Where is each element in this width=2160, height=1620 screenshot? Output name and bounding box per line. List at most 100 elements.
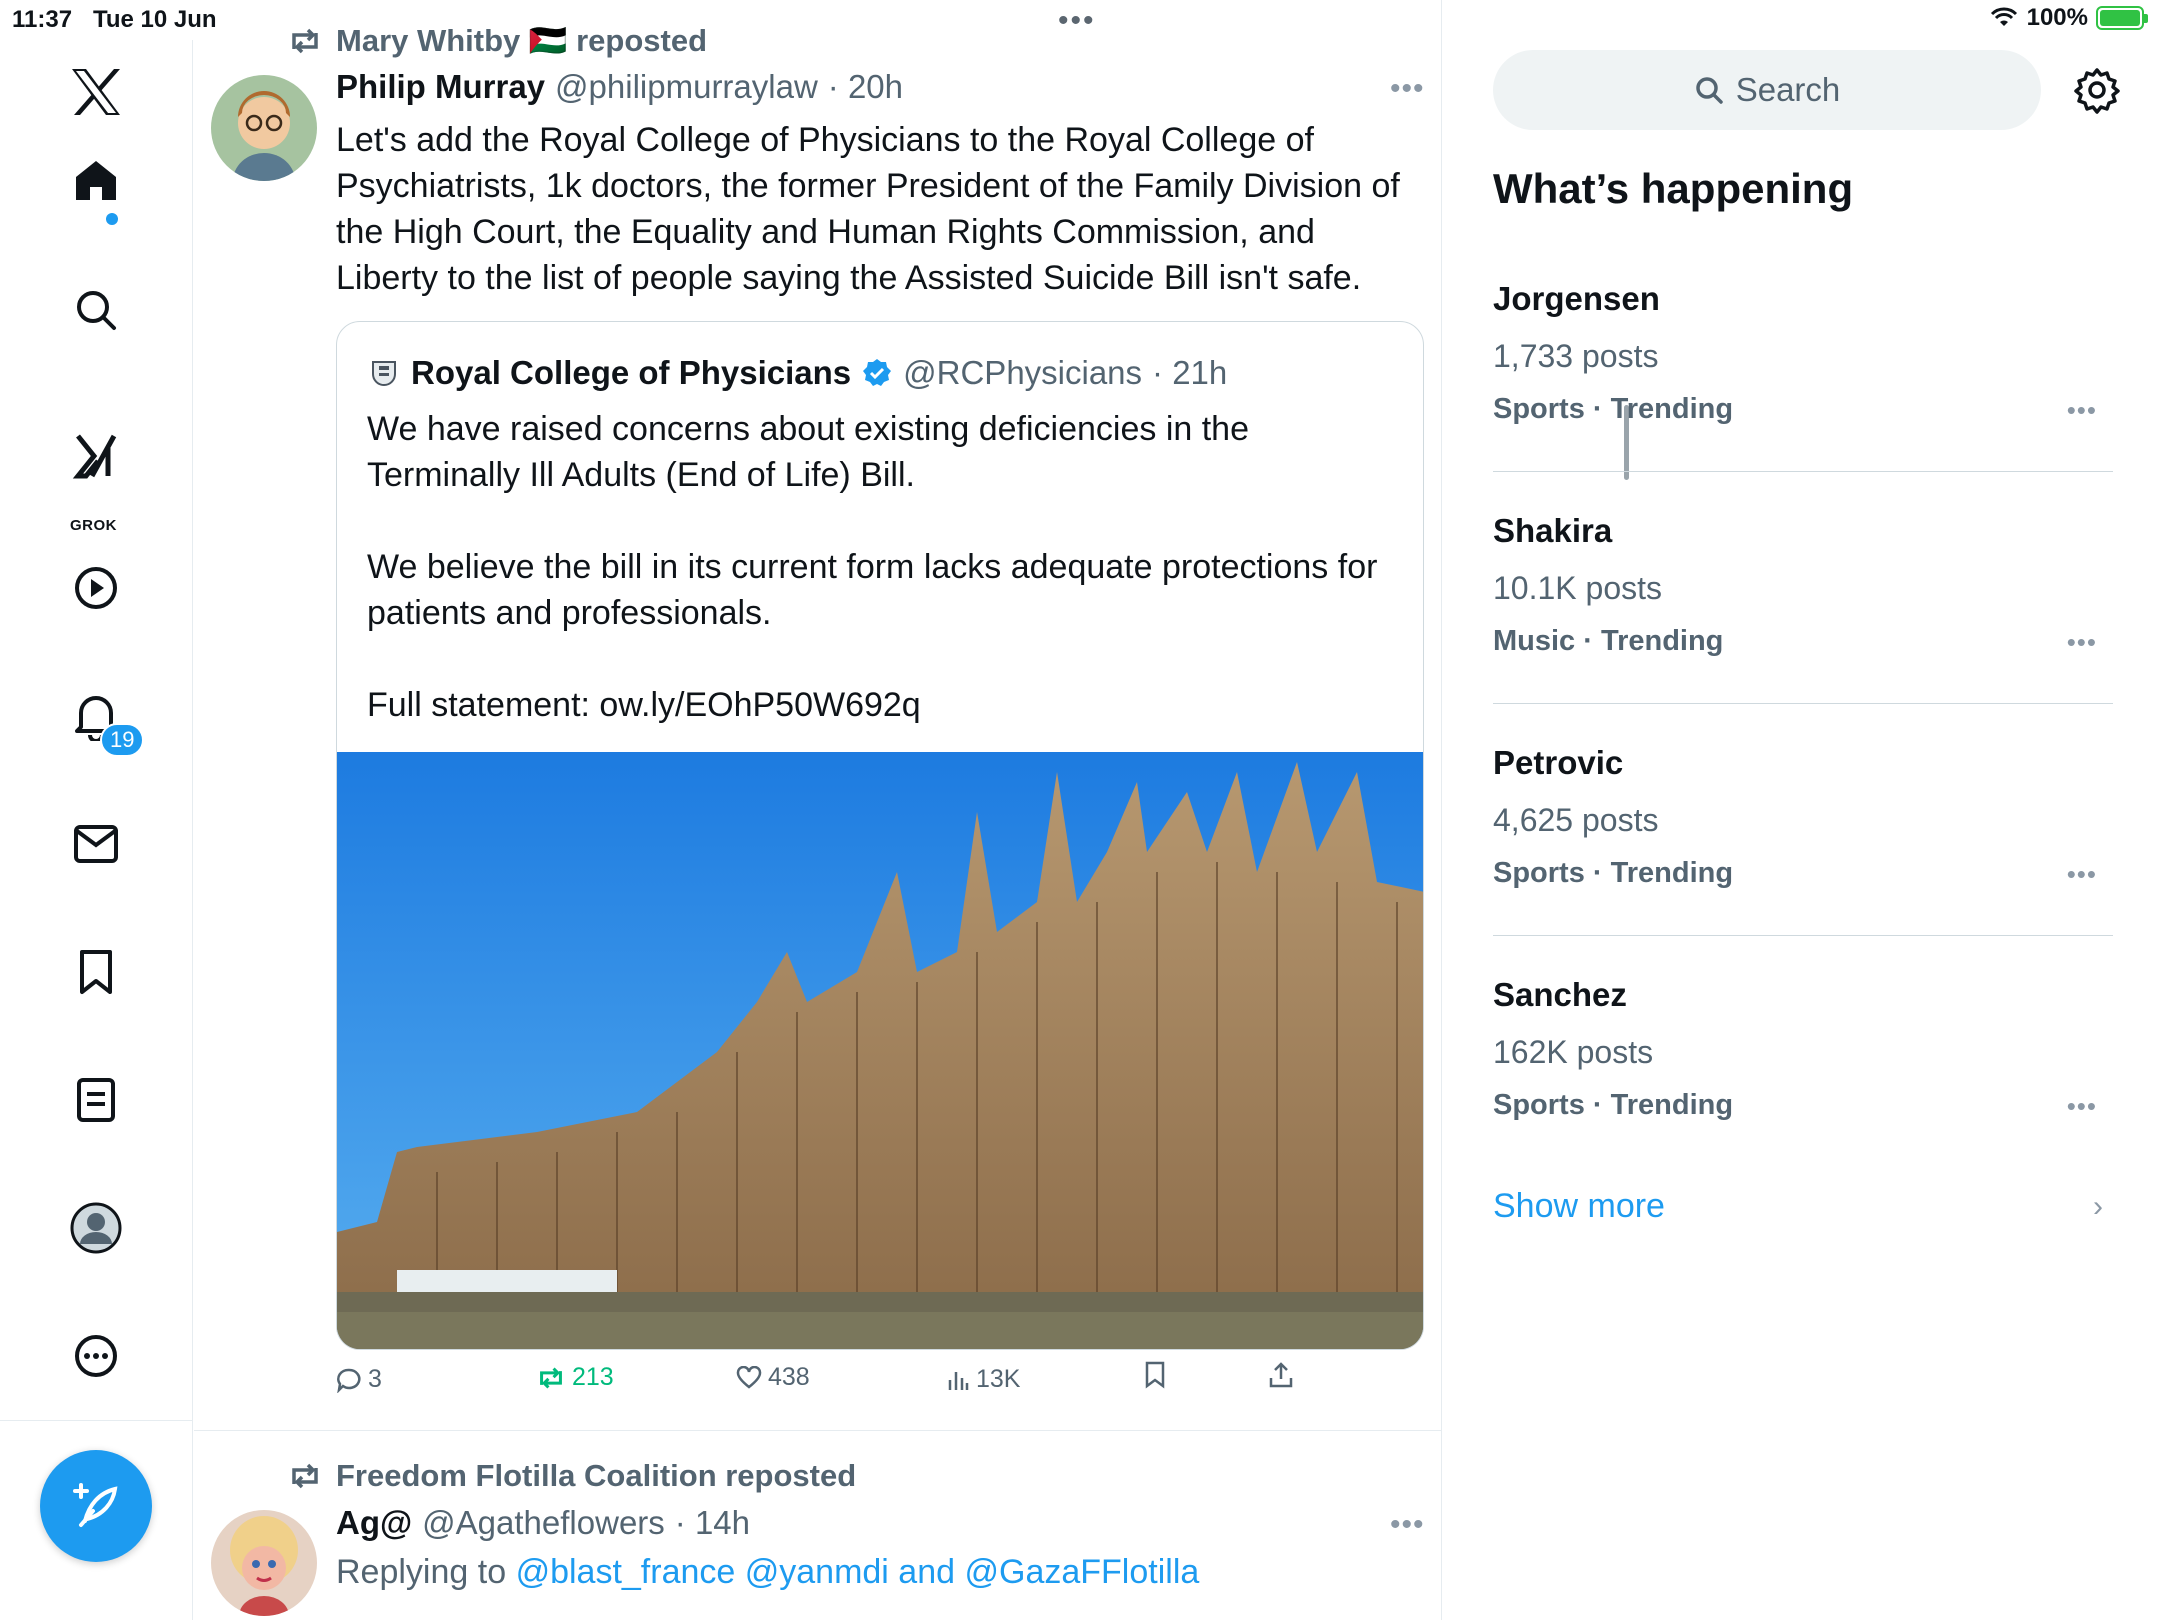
quoted-tweet-text: We have raised concerns about existing d… (367, 406, 1397, 728)
replying-to-label: Replying to (336, 1553, 507, 1591)
share-button[interactable] (1268, 1361, 1294, 1389)
bookmark-button[interactable] (1144, 1361, 1166, 1389)
lists-icon[interactable] (66, 1070, 126, 1130)
home-icon[interactable] (66, 150, 126, 210)
profile-avatar-icon[interactable] (66, 1198, 126, 1258)
repost-icon (292, 1463, 318, 1489)
quoted-paragraph-2: We believe the bill in its current form … (367, 548, 1378, 632)
tweet-time[interactable]: · 20h (828, 68, 903, 106)
show-more-link[interactable]: Show more (1493, 1187, 1665, 1226)
compose-feather-icon (73, 1483, 118, 1527)
quoted-tweet-header: Royal College of Physicians @RCPhysician… (367, 354, 1227, 392)
heart-icon (736, 1365, 762, 1389)
views-count: 13K (976, 1365, 1021, 1393)
timeline: Mary Whitby 🇵🇸 reposted Philip Murray @p… (194, 0, 1629, 1620)
tweet-actions: 3 213 438 13K (336, 1361, 1336, 1405)
trend-posts: 162K posts (1493, 1034, 1654, 1070)
author-avatar[interactable] (211, 75, 317, 181)
messages-mail-icon[interactable] (66, 814, 126, 874)
search-placeholder: Search (1735, 71, 1841, 108)
tweet-text: Let's add the Royal College of Physician… (336, 121, 1400, 297)
verified-badge-icon (863, 359, 892, 386)
grok-icon[interactable] (66, 426, 126, 486)
quoted-author-handle: @RCPhysicians (903, 354, 1143, 391)
trend-more-icon[interactable]: ••• (2067, 1091, 2097, 1122)
trend-name: Sanchez (1493, 976, 1627, 1013)
search-icon (1695, 77, 1723, 104)
quoted-paragraph-1: We have raised concerns about existing d… (367, 410, 1249, 494)
notifications-badge: 19 (100, 723, 145, 757)
bookmarks-icon[interactable] (66, 942, 126, 1002)
repost-icon (540, 1367, 562, 1388)
quoted-author-name: Royal College of Physicians (411, 354, 852, 391)
video-play-icon[interactable] (66, 558, 126, 618)
trend-category: Sports · Trending (1493, 857, 1734, 889)
views-chart-icon (948, 1371, 969, 1390)
trend-category: Sports · Trending (1493, 393, 1734, 425)
trend-item[interactable]: Petrovic 4,625 posts Sports · Trending •… (1493, 744, 2113, 890)
trend-posts: 10.1K posts (1493, 570, 1662, 606)
trend-category: Music · Trending (1493, 625, 1724, 657)
trend-posts: 1,733 posts (1493, 338, 1659, 374)
replying-to: Replying to @blast_france @yanmdi and @G… (336, 1553, 1199, 1592)
repost-by-label-2: Freedom Flotilla Coalition reposted (336, 1458, 857, 1493)
left-navigation: GROK 19 (0, 40, 193, 1620)
rcp-crest-icon (372, 361, 396, 386)
trend-divider (1493, 471, 2113, 472)
search-icon[interactable] (66, 280, 126, 340)
reply-icon (337, 1368, 361, 1393)
trend-name: Jorgensen (1493, 280, 1660, 317)
repost-icon (292, 28, 318, 53)
repost-button[interactable]: 213 (536, 1363, 614, 1392)
repost-context-2[interactable]: Freedom Flotilla Coalition reposted (288, 1458, 856, 1494)
bookmark-icon (1145, 1361, 1165, 1389)
trend-name: Petrovic (1493, 744, 1624, 781)
compose-post-button[interactable] (40, 1450, 152, 1562)
trend-category: Sports · Trending (1493, 1089, 1734, 1121)
like-button[interactable]: 438 (736, 1363, 810, 1392)
trend-item[interactable]: Shakira 10.1K posts Music · Trending ••• (1493, 512, 2113, 658)
repost-by-label: Mary Whitby 🇵🇸 reposted (336, 23, 708, 58)
nav-divider (0, 1420, 193, 1421)
trend-posts: 4,625 posts (1493, 802, 1659, 838)
tweet-time-2[interactable]: · 14h (675, 1504, 750, 1542)
quoted-tweet-time: · 21h (1152, 354, 1228, 391)
trend-more-icon[interactable]: ••• (2067, 395, 2097, 426)
more-options-icon[interactable] (66, 1326, 126, 1386)
reply-button[interactable]: 3 (336, 1365, 382, 1394)
tweet-header: Philip Murray @philipmurraylaw · 20h (336, 68, 903, 106)
trend-more-icon[interactable]: ••• (2067, 627, 2097, 658)
tweet-more-icon-2[interactable]: ••• (1390, 1508, 1425, 1542)
search-input[interactable]: Search (1493, 50, 2041, 130)
x-logo-icon[interactable] (66, 62, 126, 122)
repost-count: 213 (572, 1363, 614, 1391)
tweet-header-2: Ag@ @Agatheflowers · 14h (336, 1504, 750, 1542)
trend-divider (1493, 703, 2113, 704)
author-avatar-2[interactable] (211, 1510, 317, 1616)
repost-context[interactable]: Mary Whitby 🇵🇸 reposted (288, 22, 707, 59)
tweet-separator (194, 1430, 1442, 1431)
author-handle-2[interactable]: @Agatheflowers (422, 1504, 665, 1542)
views-button[interactable]: 13K (946, 1365, 1020, 1394)
like-count: 438 (768, 1363, 810, 1391)
right-sidebar: Search What’s happening Jorgensen 1,733 … (1443, 0, 2160, 1620)
trend-item[interactable]: Jorgensen 1,733 posts Sports · Trending … (1493, 280, 2113, 426)
author-name[interactable]: Philip Murray (336, 68, 545, 106)
share-icon (1269, 1362, 1293, 1388)
grok-label: GROK (70, 517, 117, 534)
settings-gear-icon[interactable] (2073, 66, 2121, 114)
trend-more-icon[interactable]: ••• (2067, 859, 2097, 890)
whats-happening-title: What’s happening (1493, 165, 1854, 212)
author-handle[interactable]: @philipmurraylaw (555, 68, 818, 106)
reply-mentions[interactable]: @blast_france @yanmdi and @GazaFFlotilla (516, 1553, 1200, 1591)
home-unread-dot (106, 213, 118, 225)
status-time: 11:37 (12, 6, 73, 33)
chevron-right-icon[interactable]: › (2093, 1190, 2103, 1224)
quoted-paragraph-3: Full statement: ow.ly/EOhP50W692q (367, 686, 921, 724)
quoted-tweet-card[interactable]: Royal College of Physicians @RCPhysician… (336, 321, 1424, 1350)
author-name-2[interactable]: Ag@ (336, 1504, 412, 1542)
parliament-photo[interactable] (337, 752, 1424, 1350)
trend-item[interactable]: Sanchez 162K posts Sports · Trending ••• (1493, 976, 2113, 1122)
tweet-more-icon[interactable]: ••• (1390, 72, 1425, 106)
reply-count: 3 (368, 1365, 382, 1393)
